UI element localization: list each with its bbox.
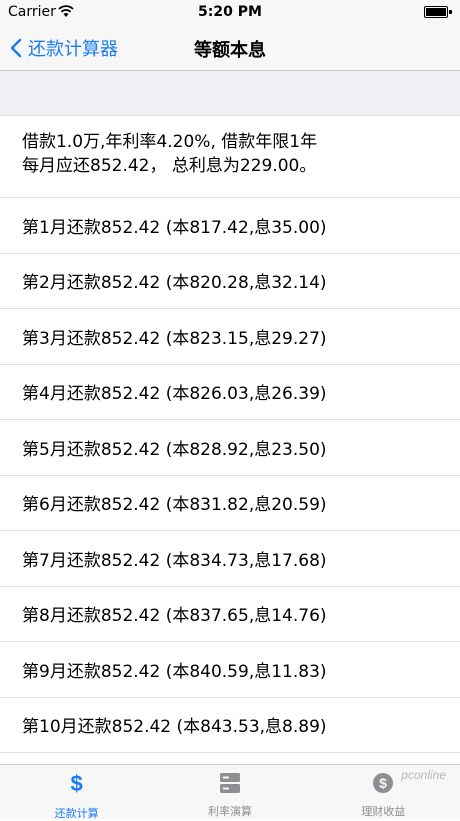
tab-repayment-calc[interactable]: $ 还款计算	[0, 765, 153, 820]
status-time: 5:20 PM	[198, 4, 262, 20]
section-header	[0, 71, 460, 116]
dollar-icon: $	[70, 771, 83, 796]
list-item[interactable]: 第6月还款852.42 (本831.82,息20.59)	[0, 476, 460, 531]
svg-text:$: $	[379, 775, 387, 791]
summary-line-1: 借款1.0万,年利率4.20%, 借款年限1年	[22, 132, 318, 152]
server-icon	[219, 771, 241, 795]
list-item[interactable]: 第2月还款852.42 (本820.28,息32.14)	[0, 254, 460, 309]
list-item[interactable]: 第9月还款852.42 (本840.59,息11.83)	[0, 642, 460, 698]
tab-bar: $ 还款计算 利率演算 $ 理财收益	[0, 764, 460, 820]
list-item[interactable]: 第10月还款852.42 (本843.53,息8.89)	[0, 698, 460, 753]
tab-label: 理财收益	[361, 805, 406, 818]
battery-icon	[424, 6, 452, 18]
page-title: 等额本息	[194, 40, 266, 61]
navigation-bar: 还款计算器 等额本息	[0, 26, 460, 71]
tab-label: 还款计算	[54, 807, 99, 820]
list-item[interactable]: 第8月还款852.42 (本837.65,息14.76)	[0, 587, 460, 642]
list-item[interactable]: 第3月还款852.42 (本823.15,息29.27)	[0, 309, 460, 365]
tab-rate-calc[interactable]: 利率演算	[153, 765, 306, 819]
summary-line-2: 每月应还852.42， 总利息为229.00。	[22, 156, 317, 176]
list-item[interactable]: 第4月还款852.42 (本826.03,息26.39)	[0, 365, 460, 420]
list-item[interactable]: 第1月还款852.42 (本817.42,息35.00)	[0, 198, 460, 254]
watermark-logo: pconline	[401, 768, 446, 782]
status-bar: Carrier 5:20 PM	[0, 0, 460, 26]
list-item[interactable]: 第7月还款852.42 (本834.73,息17.68)	[0, 531, 460, 587]
coin-icon: $	[371, 771, 395, 795]
repayment-list: 借款1.0万,年利率4.20%, 借款年限1年 每月应还852.42， 总利息为…	[0, 116, 460, 753]
loan-summary: 借款1.0万,年利率4.20%, 借款年限1年 每月应还852.42， 总利息为…	[0, 116, 460, 198]
list-item[interactable]: 第5月还款852.42 (本828.92,息23.50)	[0, 420, 460, 476]
tab-label: 利率演算	[207, 805, 252, 818]
